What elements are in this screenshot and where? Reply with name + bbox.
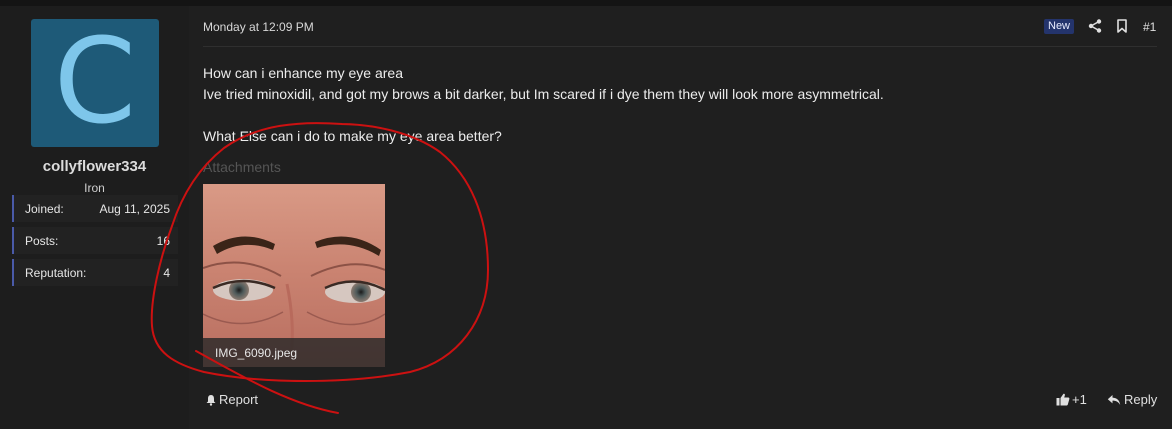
body-line: How can i enhance my eye area (203, 65, 403, 81)
new-badge: New (1044, 19, 1075, 34)
post-content: Monday at 12:09 PM New #1 How can i enha… (189, 6, 1172, 429)
attachment-thumbnail[interactable]: IMG_6090.jpeg (203, 184, 385, 367)
stat-label: Posts: (25, 234, 59, 248)
attachments-label: Attachments (203, 159, 281, 175)
bell-icon (206, 395, 216, 406)
reply-button[interactable]: Reply (1107, 392, 1157, 407)
thumbs-up-icon (1056, 393, 1070, 406)
user-panel: C collyflower334 Iron Joined: Aug 11, 20… (0, 6, 199, 429)
stat-joined: Joined: Aug 11, 2025 (12, 195, 178, 222)
report-button[interactable]: Report (205, 392, 258, 407)
body-line: Ive tried minoxidil, and got my brows a … (203, 86, 884, 102)
stat-posts: Posts: 16 (12, 227, 178, 254)
avatar[interactable]: C (31, 19, 159, 147)
reply-icon (1107, 395, 1121, 405)
username[interactable]: collyflower334 (0, 158, 189, 175)
avatar-letter: C (53, 19, 137, 147)
stat-label: Joined: (25, 202, 64, 216)
like-count: +1 (1072, 392, 1087, 407)
report-label: Report (219, 392, 259, 407)
body-line (203, 105, 884, 126)
reply-label: Reply (1124, 392, 1158, 407)
post-datetime[interactable]: Monday at 12:09 PM (203, 20, 314, 34)
post-number[interactable]: #1 (1143, 20, 1156, 34)
bookmark-icon[interactable] (1114, 18, 1130, 34)
post-body: How can i enhance my eye area Ive tried … (203, 63, 884, 147)
user-title: Iron (84, 181, 105, 195)
attachment-filename: IMG_6090.jpeg (215, 346, 298, 360)
header-divider (203, 46, 1157, 47)
stat-reputation: Reputation: 4 (12, 259, 178, 286)
stat-label: Reputation: (25, 266, 87, 280)
stat-value: 4 (163, 266, 170, 280)
body-line: What Else can i do to make my eye area b… (203, 128, 502, 144)
stat-value: 16 (156, 234, 170, 248)
like-button[interactable]: +1 (1056, 392, 1087, 407)
share-icon[interactable] (1087, 18, 1103, 34)
attachment-filename-bar: IMG_6090.jpeg (203, 338, 385, 367)
stat-value: Aug 11, 2025 (99, 202, 170, 216)
